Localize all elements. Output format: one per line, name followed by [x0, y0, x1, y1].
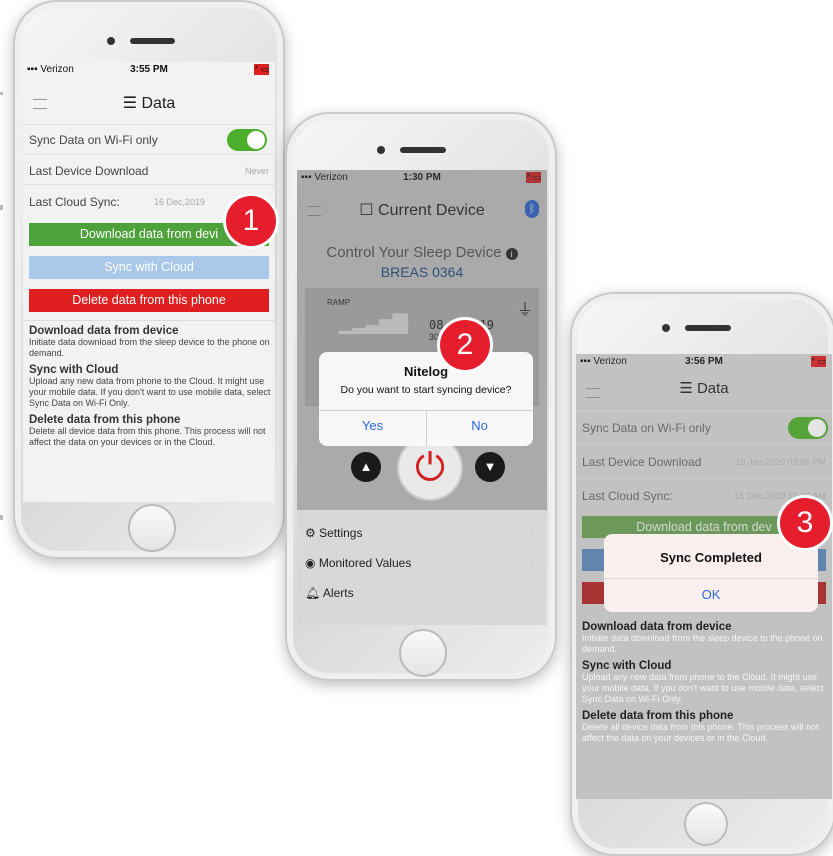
dialog-no-button[interactable]: No	[426, 418, 533, 433]
gear-icon: ⚙	[305, 526, 316, 540]
help-section: Download data from device Initiate data …	[29, 325, 271, 454]
step-badge-1: 1	[226, 196, 276, 246]
eye-icon: ◉	[305, 556, 316, 570]
help-text-download: Initiate data download from the sleep de…	[29, 337, 270, 358]
page-title: ☰ Data	[122, 95, 176, 112]
last-download-label: Last Device Download	[29, 164, 149, 178]
left-edge-mark	[0, 205, 3, 210]
home-button[interactable]	[684, 802, 728, 846]
help-text-download: Initiate data download from the sleep de…	[582, 633, 823, 654]
earpiece-speaker	[130, 38, 175, 44]
menu-item-settings[interactable]: ⚙ Settings ›	[297, 522, 547, 546]
step-badge-3: 3	[780, 498, 830, 548]
dialog-message: Do you want to start syncing device?	[340, 384, 512, 396]
menu-item-monitored-values[interactable]: ◉ Monitored Values ›	[297, 552, 547, 576]
phone-3: ▪▪▪ Verizon 3:56 PM * ▭ ☰ Data Sync Data…	[570, 292, 833, 856]
help-text-delete: Delete all device data from this phone. …	[29, 426, 266, 447]
chevron-right-icon: ›	[531, 586, 535, 600]
home-button[interactable]	[128, 504, 176, 552]
up-arrow-button[interactable]: ▼	[475, 452, 505, 482]
menu-item-alerts[interactable]: 🔔︎ Alerts ›	[297, 582, 547, 606]
phone-1-screen: ▪▪▪ Verizon 3:55 PM * ▭ ☰ Data Sync Data…	[23, 62, 275, 502]
front-camera	[662, 324, 670, 332]
wifi-only-row: Sync Data on Wi-Fi only	[23, 124, 275, 155]
divider	[23, 320, 275, 321]
database-icon: ☰	[122, 95, 138, 112]
dialog-ok-button[interactable]: OK	[604, 587, 818, 602]
dialog-divider	[604, 578, 818, 579]
wifi-only-label: Sync Data on Wi-Fi only	[29, 133, 158, 147]
left-edge-mark	[0, 92, 3, 95]
help-text-delete: Delete all device data from this phone. …	[582, 722, 819, 743]
help-title-sync: Sync with Cloud	[582, 660, 672, 672]
help-title-download: Download data from device	[582, 621, 732, 633]
nav-bar: ☰ Data	[23, 90, 275, 116]
earpiece-speaker	[400, 147, 446, 153]
sync-completed-dialog: Sync Completed OK	[604, 534, 818, 612]
last-cloud-sync-value: 16 Dec,2019	[153, 197, 205, 207]
help-title-delete: Delete data from this phone	[582, 710, 734, 722]
delete-data-button[interactable]: Delete data from this phone	[29, 289, 269, 312]
step-badge-2: 2	[440, 320, 490, 370]
earpiece-speaker	[685, 325, 731, 331]
phone-2: ▪▪▪ Verizon 1:30 PM * ▭ ☐ Current Device…	[285, 112, 557, 681]
front-camera	[107, 37, 115, 45]
battery-icon: * ▭	[254, 64, 269, 75]
sync-confirm-dialog: Nitelog Do you want to start syncing dev…	[319, 352, 533, 446]
last-cloud-sync-label: Last Cloud Sync:	[29, 195, 120, 209]
help-title-sync: Sync with Cloud	[29, 364, 119, 376]
clock-label: 3:55 PM	[130, 64, 168, 75]
help-section: Download data from device Initiate data …	[582, 621, 828, 750]
bell-icon: 🔔︎	[305, 586, 321, 600]
dialog-title: Sync Completed	[660, 550, 762, 565]
help-text-sync: Upload any new data from phone to the Cl…	[582, 672, 824, 704]
left-edge-mark	[0, 515, 3, 520]
status-bar: ▪▪▪ Verizon 3:55 PM * ▭	[23, 62, 275, 78]
last-download-row: Last Device Download Never	[23, 154, 275, 185]
phone-3-screen: ▪▪▪ Verizon 3:56 PM * ▭ ☰ Data Sync Data…	[576, 354, 832, 799]
chevron-right-icon: ›	[531, 556, 535, 570]
dialog-yes-button[interactable]: Yes	[319, 418, 426, 433]
help-text-sync: Upload any new data from phone to the Cl…	[29, 376, 271, 408]
phone-1: ▪▪▪ Verizon 3:55 PM * ▭ ☰ Data Sync Data…	[13, 0, 285, 559]
front-camera	[377, 146, 385, 154]
help-title-delete: Delete data from this phone	[29, 414, 181, 426]
chevron-right-icon: ›	[531, 526, 535, 540]
help-title-download: Download data from device	[29, 325, 179, 337]
wifi-only-toggle[interactable]	[227, 129, 267, 151]
sync-cloud-button[interactable]: Sync with Cloud	[29, 256, 269, 279]
last-download-value: Never	[244, 166, 269, 176]
menu-list: ⚙ Settings › ◉ Monitored Values › 🔔︎ Ale…	[297, 510, 547, 625]
dialog-title: Nitelog	[403, 364, 449, 379]
home-button[interactable]	[399, 629, 447, 677]
phone-2-screen: ▪▪▪ Verizon 1:30 PM * ▭ ☐ Current Device…	[297, 170, 547, 625]
down-arrow-button[interactable]: ▲	[351, 452, 381, 482]
